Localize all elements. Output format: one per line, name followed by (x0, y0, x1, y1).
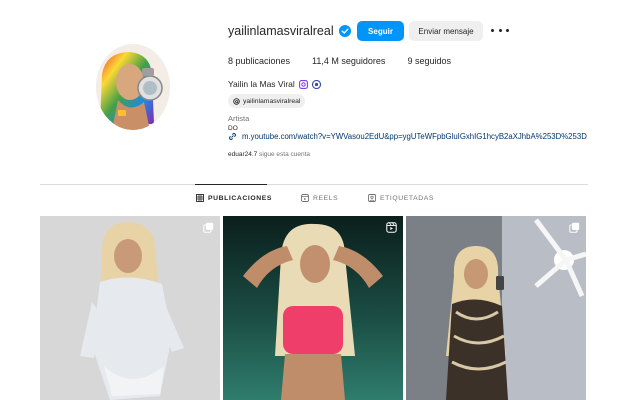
tab-reels[interactable]: REELS (301, 194, 338, 202)
tabs-divider (40, 184, 588, 185)
post-image (406, 216, 586, 400)
followed-by-text: sigue esta cuenta (257, 151, 311, 158)
send-message-button[interactable]: Enviar mensaje (409, 21, 483, 41)
profile-stats: 8 publicaciones 11,4 M seguidores 9 segu… (228, 56, 473, 66)
profile-avatar[interactable] (96, 44, 170, 130)
external-link[interactable]: m.youtube.com/watch?v=YWVasou2EdU&pp=ygU… (228, 132, 587, 141)
carousel-icon (569, 222, 580, 233)
reels-icon (301, 194, 309, 202)
full-name-row: Yailin la Mas Viral (228, 79, 321, 89)
tab-label: ETIQUETADAS (380, 194, 435, 202)
post-image (223, 216, 403, 400)
instagram-icon (298, 79, 308, 89)
post-image (40, 216, 220, 400)
threads-link[interactable]: yailinlamasviralreal (228, 94, 306, 108)
avatar-image (96, 44, 170, 130)
threads-badge-icon (311, 79, 321, 89)
followed-by-user: eduar24.7 (228, 151, 258, 158)
follow-button[interactable]: Seguir (357, 21, 404, 41)
post-tile[interactable] (223, 216, 403, 400)
tab-publicaciones[interactable]: PUBLICACIONES (196, 194, 272, 202)
grid-icon (196, 194, 204, 202)
profile-full-name: Yailin la Mas Viral (228, 79, 295, 89)
active-tab-indicator (195, 184, 267, 185)
tab-label: REELS (313, 194, 339, 202)
verified-badge-icon (338, 25, 351, 37)
threads-handle: yailinlamasviralreal (243, 97, 301, 105)
tagged-icon (368, 194, 376, 202)
post-tile[interactable] (40, 216, 220, 400)
carousel-icon (203, 222, 214, 233)
profile-username: yailinlamasviralreal (228, 24, 334, 38)
more-options-icon[interactable] (491, 24, 509, 36)
profile-tabs: PUBLICACIONES REELS ETIQUETADAS (0, 194, 621, 206)
post-tile[interactable] (406, 216, 586, 400)
followers-count[interactable]: 11,4 M seguidores (312, 56, 385, 66)
tab-etiquetadas[interactable]: ETIQUETADAS (368, 194, 434, 202)
external-link-text: m.youtube.com/watch?v=YWVasou2EdU&pp=ygU… (242, 132, 587, 141)
username-row: yailinlamasviralreal (228, 21, 351, 41)
bio-text: DO (228, 125, 238, 132)
link-icon (228, 132, 237, 141)
followed-by[interactable]: eduar24.7 sigue esta cuenta (228, 151, 310, 158)
following-count[interactable]: 9 seguidos (407, 56, 451, 66)
threads-icon (233, 97, 240, 105)
tab-label: PUBLICACIONES (208, 194, 273, 202)
reel-icon (386, 222, 397, 233)
profile-category: Artista (228, 114, 250, 123)
posts-count: 8 publicaciones (228, 56, 291, 66)
